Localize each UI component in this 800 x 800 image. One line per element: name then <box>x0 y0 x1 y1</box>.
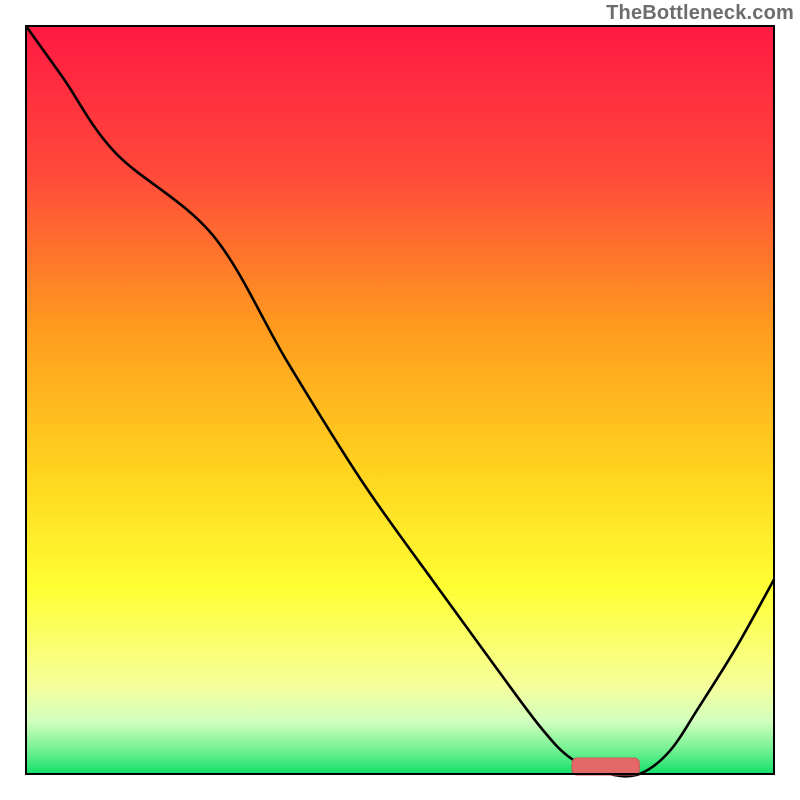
optimum-marker <box>572 758 639 775</box>
plot-panel <box>26 26 774 776</box>
bottleneck-chart <box>0 0 800 800</box>
gradient-background <box>26 26 774 774</box>
watermark-text: TheBottleneck.com <box>606 2 794 25</box>
chart-stage: TheBottleneck.com <box>0 0 800 800</box>
